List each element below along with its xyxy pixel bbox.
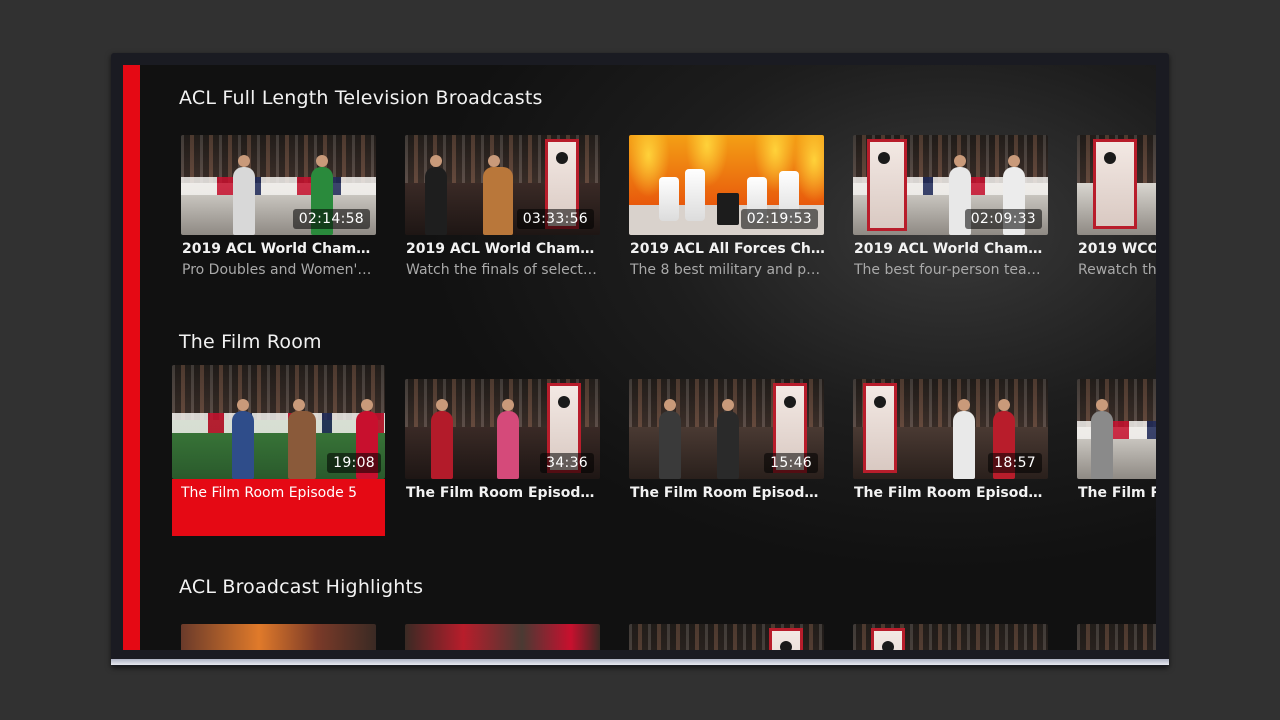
video-description: Rewatch th [1078, 262, 1156, 278]
duration-badge: 02:19:53 [740, 209, 818, 229]
video-title: The Film Room Episode 4 [406, 485, 601, 501]
row-title-film-room: The Film Room [179, 331, 322, 353]
video-thumbnail [1077, 624, 1156, 650]
video-description: Watch the finals of select… [406, 262, 597, 278]
video-thumbnail: 02:19:53 [629, 135, 824, 235]
video-tile[interactable] [181, 624, 376, 650]
duration-badge: 34:36 [540, 453, 594, 473]
video-tile[interactable]: 03:33:56 2019 ACL World Champi… Watch th… [405, 135, 601, 285]
video-tile[interactable]: 2019 WCO Rewatch th [1077, 135, 1156, 285]
video-thumbnail [1077, 135, 1156, 235]
video-thumbnail: 18:57 [853, 379, 1048, 479]
video-thumbnail: 02:09:33 [853, 135, 1048, 235]
video-thumbnail: 19:08 [172, 365, 385, 479]
video-description: The best four-person tea… [854, 262, 1041, 278]
video-tile[interactable] [1077, 624, 1156, 650]
video-tile[interactable]: 02:19:53 2019 ACL All Forces Cha… The 8 … [629, 135, 825, 285]
video-title: The Film R [1078, 485, 1156, 501]
app-screen: ACL Full Length Television Broadcasts 02… [123, 65, 1156, 650]
video-title: 2019 ACL World Champi… [854, 241, 1049, 257]
video-tile[interactable] [629, 624, 824, 650]
video-title: 2019 WCO [1078, 241, 1156, 257]
video-description: The 8 best military and p… [630, 262, 821, 278]
video-title: 2019 ACL World Champi… [406, 241, 601, 257]
row-title-full-broadcasts: ACL Full Length Television Broadcasts [179, 87, 543, 109]
video-tile[interactable]: 02:09:33 2019 ACL World Champi… The best… [853, 135, 1049, 285]
video-title: The Film Room Episode 5 [181, 485, 358, 501]
video-tile[interactable]: 18:57 The Film Room Episode 2 [853, 379, 1049, 509]
video-thumbnail: 15:46 [629, 379, 824, 479]
video-tile-focused[interactable]: 19:08 The Film Room Episode 5 [172, 365, 385, 537]
video-thumbnail [853, 624, 1048, 650]
tv-bezel-bottom [111, 659, 1169, 665]
video-tile[interactable]: The Film R [1077, 379, 1156, 509]
video-thumbnail [405, 624, 600, 650]
video-title: The Film Room Episode 3 [630, 485, 825, 501]
video-description: Pro Doubles and Women'… [182, 262, 372, 278]
duration-badge: 19:08 [327, 453, 381, 473]
video-thumbnail [629, 624, 824, 650]
video-tile[interactable]: 02:14:58 2019 ACL World Champi… Pro Doub… [181, 135, 377, 285]
video-tile[interactable] [853, 624, 1048, 650]
video-thumbnail [1077, 379, 1156, 479]
video-title: The Film Room Episode 2 [854, 485, 1049, 501]
video-tile[interactable] [405, 624, 600, 650]
video-thumbnail: 02:14:58 [181, 135, 376, 235]
duration-badge: 15:46 [764, 453, 818, 473]
video-tile[interactable]: 15:46 The Film Room Episode 3 [629, 379, 825, 509]
video-title: 2019 ACL World Champi… [182, 241, 377, 257]
duration-badge: 02:09:33 [964, 209, 1042, 229]
video-title: 2019 ACL All Forces Cha… [630, 241, 825, 257]
video-thumbnail: 03:33:56 [405, 135, 600, 235]
sidebar-collapsed-bar[interactable] [123, 65, 140, 650]
video-thumbnail: 34:36 [405, 379, 600, 479]
duration-badge: 02:14:58 [292, 209, 370, 229]
duration-badge: 18:57 [988, 453, 1042, 473]
video-tile[interactable]: 34:36 The Film Room Episode 4 [405, 379, 601, 509]
row-title-broadcast-highlights: ACL Broadcast Highlights [179, 576, 424, 598]
video-thumbnail [181, 624, 376, 650]
duration-badge: 03:33:56 [516, 209, 594, 229]
